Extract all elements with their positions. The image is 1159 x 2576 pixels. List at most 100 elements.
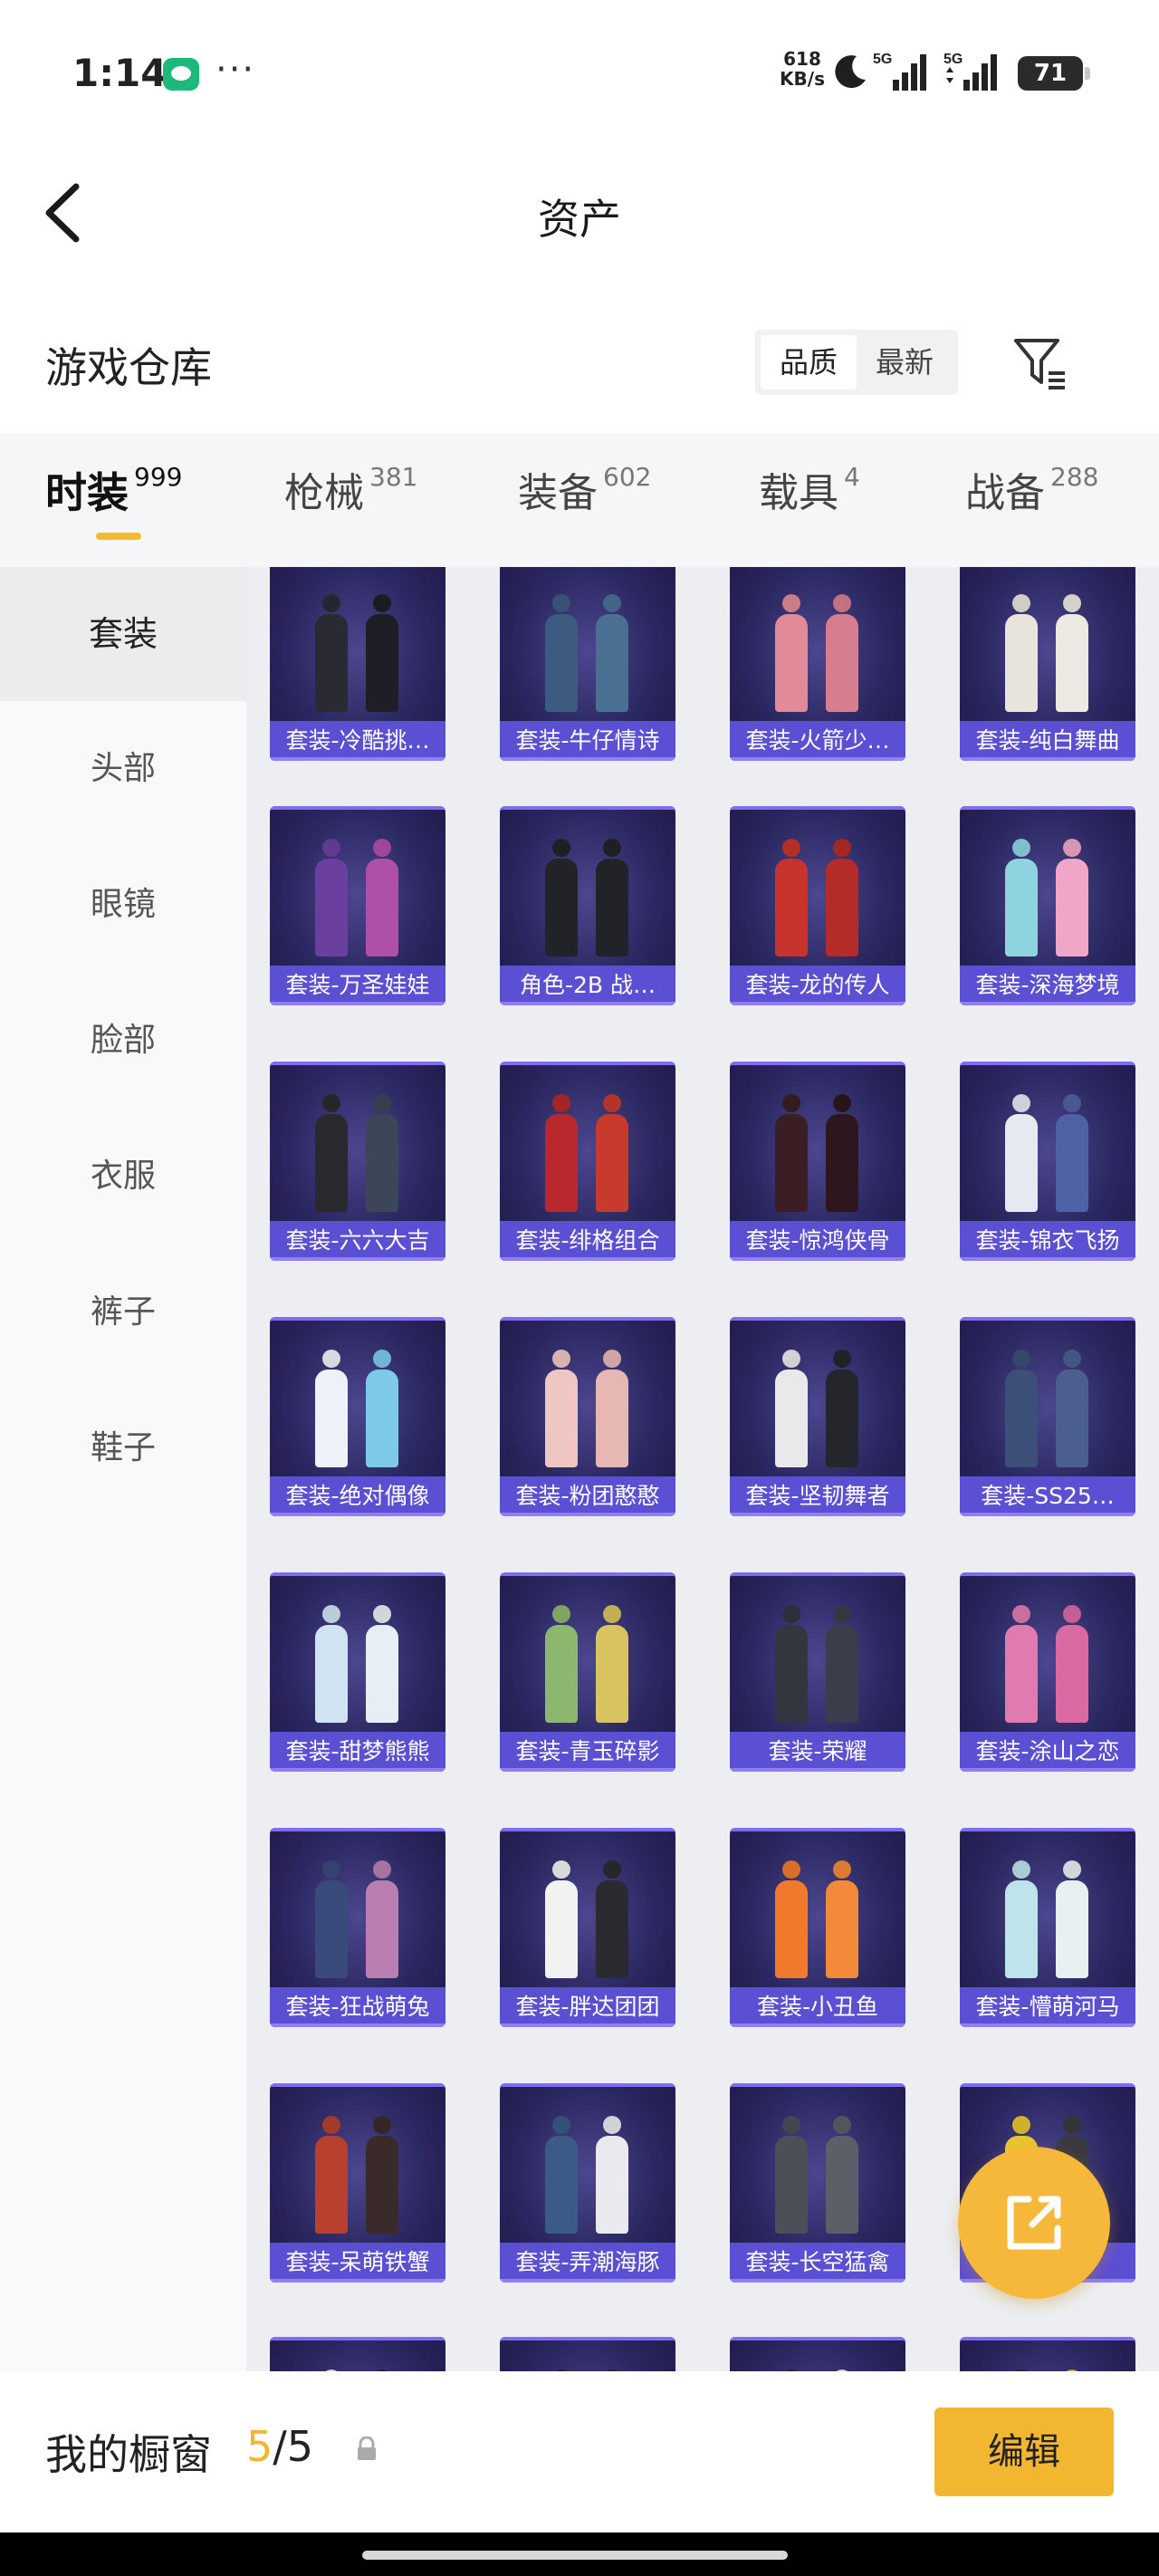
outfit-card-label: 套装-小丑鱼 — [730, 1987, 905, 2027]
outfit-card[interactable]: 套装-绯格组合 — [500, 1062, 675, 1261]
outfit-card[interactable]: 套装-锦衣飞扬 — [960, 1062, 1135, 1261]
outfit-card[interactable]: 套装-弄潮海豚 — [500, 2083, 675, 2283]
tab-count: 602 — [603, 462, 652, 492]
outfit-preview-figure — [1005, 614, 1038, 712]
outfit-card[interactable]: 套装-纯白舞曲 — [960, 567, 1135, 761]
signal-icon: 5G — [873, 52, 926, 91]
category-tabs: 时装 999 枪械 381 装备 602 载具 4 战备 288 — [0, 433, 1159, 567]
outfit-preview-figure — [545, 1880, 578, 1978]
outfit-preview-figure — [596, 2136, 628, 2234]
tab-guns[interactable]: 枪械 381 — [284, 460, 417, 533]
outfit-card[interactable]: 套装-惊鸿侠骨 — [730, 1062, 905, 1261]
outfit-card[interactable]: 套装-SS25… — [960, 1317, 1135, 1516]
outfit-card-label: 套装-牛仔情诗 — [500, 721, 675, 761]
outfit-preview-figure — [545, 614, 578, 712]
tab-count: 381 — [369, 462, 418, 492]
wechat-icon — [163, 58, 199, 91]
tab-equipment[interactable]: 装备 602 — [518, 460, 651, 533]
outfit-card[interactable]: 套装-懵萌河马 — [960, 1828, 1135, 2027]
sidebar-item-pants[interactable]: 裤子 — [0, 1245, 246, 1380]
outfit-card-label: 套装-龙的传人 — [730, 966, 905, 1005]
outfit-card[interactable]: 套装-粉团憨憨 — [500, 1317, 675, 1516]
outfit-preview-figure — [1056, 859, 1088, 956]
battery-icon: 71 — [1018, 56, 1090, 91]
outfit-card[interactable] — [500, 2337, 675, 2371]
outfit-card[interactable]: 套装-龙的传人 — [730, 806, 905, 1005]
outfit-preview-figure — [315, 1370, 348, 1467]
outfit-card-label: 套装-甜梦熊熊 — [270, 1732, 445, 1772]
edit-button[interactable]: 编辑 — [934, 2408, 1114, 2496]
outfit-preview-figure — [596, 1370, 628, 1467]
moon-icon — [835, 55, 866, 89]
active-tab-indicator — [96, 533, 141, 540]
outfit-card[interactable]: 套装-胖达团团 — [500, 1828, 675, 2027]
showcase-current: 5 — [246, 2422, 273, 2471]
outfit-card[interactable]: 套装-绝对偶像 — [270, 1317, 445, 1516]
outfit-card[interactable]: 套装-万圣娃娃 — [270, 806, 445, 1005]
share-external-icon — [1007, 2196, 1061, 2250]
outfit-card[interactable]: 套装-荣耀 — [730, 1572, 905, 1772]
sidebar-item-clothes[interactable]: 衣服 — [0, 1109, 246, 1245]
tab-label: 载具 — [759, 470, 838, 516]
lock-icon — [358, 2437, 376, 2460]
outfit-card-label: 套装-涂山之恋 — [960, 1732, 1135, 1772]
outfit-preview-figure — [366, 1114, 398, 1212]
sort-newest-button[interactable]: 最新 — [857, 335, 953, 389]
sidebar-item-head[interactable]: 头部 — [0, 701, 246, 837]
outfit-card[interactable]: 套装-深海梦境 — [960, 806, 1135, 1005]
outfit-preview-figure — [545, 1625, 578, 1723]
tab-fashion[interactable]: 时装 999 — [45, 460, 182, 533]
outfit-card[interactable]: 套装-甜梦熊熊 — [270, 1572, 445, 1772]
outfit-card[interactable]: 套装-牛仔情诗 — [500, 567, 675, 761]
outfit-card[interactable]: 套装-火箭少… — [730, 567, 905, 761]
sort-quality-button[interactable]: 品质 — [761, 335, 857, 389]
tab-count: 288 — [1050, 462, 1099, 492]
outfit-preview-figure — [1056, 1114, 1088, 1212]
status-time: 1:14 — [72, 51, 168, 95]
sidebar-item-outfit[interactable]: 套装 — [0, 567, 246, 701]
sidebar-item-glasses[interactable]: 眼镜 — [0, 837, 246, 973]
outfit-card-label: 套装-深海梦境 — [960, 966, 1135, 1005]
tab-label: 枪械 — [284, 470, 364, 516]
sidebar-item-shoes[interactable]: 鞋子 — [0, 1380, 246, 1516]
tab-vehicles[interactable]: 载具 4 — [759, 460, 860, 533]
outfit-preview-figure — [775, 614, 808, 712]
outfit-card[interactable]: 套装-坚韧舞者 — [730, 1317, 905, 1516]
outfit-preview-figure — [1005, 859, 1038, 956]
outfit-card[interactable]: 套装-六六大吉 — [270, 1062, 445, 1261]
outfit-card[interactable] — [960, 2337, 1135, 2371]
filter-icon[interactable] — [1012, 335, 1068, 391]
outfit-card-label: 套装-锦衣飞扬 — [960, 1221, 1135, 1261]
home-indicator[interactable] — [362, 2551, 788, 2560]
outfit-card[interactable]: 套装-狂战萌兔 — [270, 1828, 445, 2027]
tab-label: 时装 — [45, 468, 129, 517]
outfit-preview-figure — [315, 1625, 348, 1723]
outfit-preview-figure — [1005, 1114, 1038, 1212]
outfit-preview-figure — [826, 614, 858, 712]
outfit-card[interactable] — [730, 2337, 905, 2371]
tab-label: 战备 — [965, 470, 1045, 516]
outfit-preview-figure — [315, 614, 348, 712]
tab-count: 999 — [134, 462, 183, 492]
outfit-preview-figure — [596, 1114, 628, 1212]
outfit-card-label: 套装-狂战萌兔 — [270, 1987, 445, 2027]
outfit-card[interactable]: 套装-小丑鱼 — [730, 1828, 905, 2027]
outfit-card-label: 套装-冷酷挑… — [270, 721, 445, 761]
outfit-preview-figure — [775, 2136, 808, 2234]
outfit-preview-figure — [775, 1370, 808, 1467]
tab-count: 4 — [844, 462, 860, 492]
outfit-card[interactable] — [270, 2337, 445, 2371]
network-speed: 618 KB/s — [777, 49, 828, 89]
outfit-preview-figure — [366, 1370, 398, 1467]
outfit-card[interactable]: 套装-冷酷挑… — [270, 567, 445, 761]
outfit-card[interactable]: 套装-涂山之恋 — [960, 1572, 1135, 1772]
outfit-card[interactable]: 套装-呆萌铁蟹 — [270, 2083, 445, 2283]
outfit-preview-figure — [826, 1370, 858, 1467]
sidebar-item-face[interactable]: 脸部 — [0, 973, 246, 1109]
outfit-card[interactable]: 套装-长空猛禽 — [730, 2083, 905, 2283]
share-button[interactable] — [958, 2147, 1110, 2299]
outfit-card[interactable]: 套装-青玉碎影 — [500, 1572, 675, 1772]
tab-battle-prep[interactable]: 战备 288 — [965, 460, 1098, 533]
outfit-card[interactable]: 角色-2B 战… — [500, 806, 675, 1005]
outfit-preview-figure — [545, 2136, 578, 2234]
